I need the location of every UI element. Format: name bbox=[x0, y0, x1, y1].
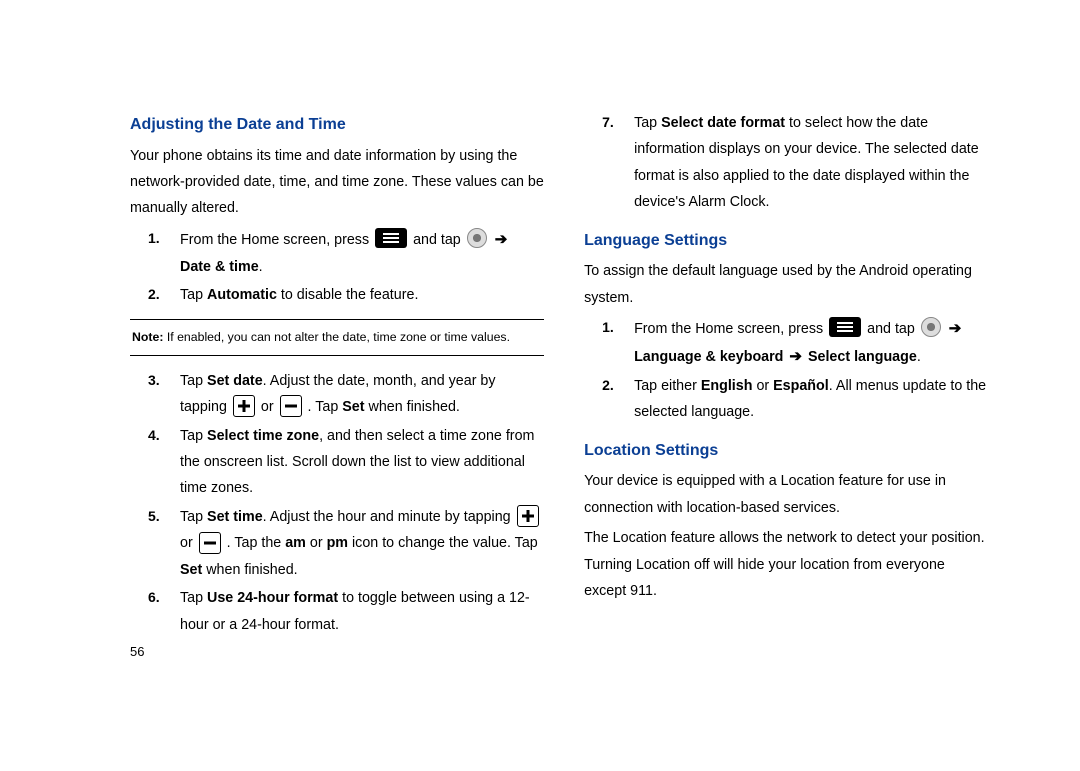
arrow-right-icon: ➔ bbox=[495, 231, 508, 248]
text: . bbox=[259, 259, 263, 275]
manual-page: Adjusting the Date and Time Your phone o… bbox=[0, 0, 1080, 771]
text: and tap bbox=[413, 232, 465, 248]
settings-gear-icon bbox=[921, 317, 941, 337]
bold-text: Select language bbox=[808, 349, 917, 365]
bold-text: Set bbox=[180, 562, 202, 578]
steps-list-right: Tap Select date format to select how the… bbox=[584, 110, 990, 216]
text: or bbox=[261, 399, 278, 415]
heading-date-time: Adjusting the Date and Time bbox=[130, 110, 544, 140]
step-6: Tap Use 24-hour format to toggle between… bbox=[174, 585, 544, 638]
step-7: Tap Select date format to select how the… bbox=[628, 110, 990, 216]
text: when finished. bbox=[365, 399, 460, 415]
note-block: Note: If enabled, you can not alter the … bbox=[130, 319, 544, 356]
text: or bbox=[752, 378, 773, 394]
text: Tap bbox=[180, 590, 207, 606]
loc-p1: Your device is equipped with a Location … bbox=[584, 468, 990, 521]
bold-text: Set time bbox=[207, 509, 263, 525]
text: . Tap bbox=[308, 399, 343, 415]
bold-text: Set date bbox=[207, 373, 263, 389]
bold-text: Automatic bbox=[207, 287, 277, 303]
bold-text: am bbox=[285, 535, 306, 551]
bold-text: Español bbox=[773, 378, 829, 394]
step-1: From the Home screen, press and tap ➔ Da… bbox=[174, 226, 544, 280]
steps-list: From the Home screen, press and tap ➔ Da… bbox=[130, 226, 544, 309]
lang-intro: To assign the default language used by t… bbox=[584, 258, 990, 311]
bold-text: Language & keyboard bbox=[634, 349, 783, 365]
text: . bbox=[917, 349, 921, 365]
settings-gear-icon bbox=[467, 228, 487, 248]
text: Tap bbox=[180, 287, 207, 303]
text: Tap bbox=[180, 509, 207, 525]
text: . Tap the bbox=[227, 535, 286, 551]
bold-text: Use 24-hour format bbox=[207, 590, 338, 606]
plus-icon bbox=[517, 505, 539, 527]
page-number: 56 bbox=[130, 644, 144, 659]
text: Tap bbox=[634, 115, 661, 131]
step-4: Tap Select time zone, and then select a … bbox=[174, 423, 544, 502]
text: Tap bbox=[180, 373, 207, 389]
step-3: Tap Set date. Adjust the date, month, an… bbox=[174, 368, 544, 421]
loc-p2: The Location feature allows the network … bbox=[584, 525, 990, 604]
text: to disable the feature. bbox=[277, 287, 418, 303]
arrow-right-icon: ➔ bbox=[949, 320, 962, 337]
note-label: Note: bbox=[132, 330, 163, 344]
bold-text: pm bbox=[327, 535, 348, 551]
text: Tap either bbox=[634, 378, 701, 394]
heading-language: Language Settings bbox=[584, 226, 990, 256]
plus-icon bbox=[233, 395, 255, 417]
menu-icon bbox=[375, 228, 407, 248]
step-5: Tap Set time. Adjust the hour and minute… bbox=[174, 504, 544, 583]
heading-location: Location Settings bbox=[584, 436, 990, 466]
arrow-right-icon: ➔ bbox=[789, 348, 802, 365]
bold-text: Date & time bbox=[180, 259, 259, 275]
text: From the Home screen, press bbox=[634, 321, 827, 337]
bold-text: English bbox=[701, 378, 753, 394]
minus-icon bbox=[199, 532, 221, 554]
bold-text: Select date format bbox=[661, 115, 785, 131]
menu-icon bbox=[829, 317, 861, 337]
text: and tap bbox=[867, 321, 919, 337]
bold-text: Select time zone bbox=[207, 428, 319, 444]
text: or bbox=[180, 535, 197, 551]
lang-steps: From the Home screen, press and tap ➔ La… bbox=[584, 315, 990, 425]
intro-paragraph: Your phone obtains its time and date inf… bbox=[130, 143, 544, 222]
right-column: Tap Select date format to select how the… bbox=[584, 110, 990, 771]
text: when finished. bbox=[202, 562, 297, 578]
step-2: Tap Automatic to disable the feature. bbox=[174, 282, 544, 308]
text: From the Home screen, press bbox=[180, 232, 373, 248]
text: icon to change the value. Tap bbox=[348, 535, 538, 551]
note-text: If enabled, you can not alter the date, … bbox=[163, 330, 510, 344]
minus-icon bbox=[280, 395, 302, 417]
text: Tap bbox=[180, 428, 207, 444]
lang-step-1: From the Home screen, press and tap ➔ La… bbox=[628, 315, 990, 371]
steps-list-cont: Tap Set date. Adjust the date, month, an… bbox=[130, 368, 544, 638]
bold-text: Set bbox=[342, 399, 364, 415]
lang-step-2: Tap either English or Español. All menus… bbox=[628, 373, 990, 426]
text: . Adjust the hour and minute by tapping bbox=[263, 509, 515, 525]
text: or bbox=[306, 535, 327, 551]
left-column: Adjusting the Date and Time Your phone o… bbox=[130, 110, 544, 771]
